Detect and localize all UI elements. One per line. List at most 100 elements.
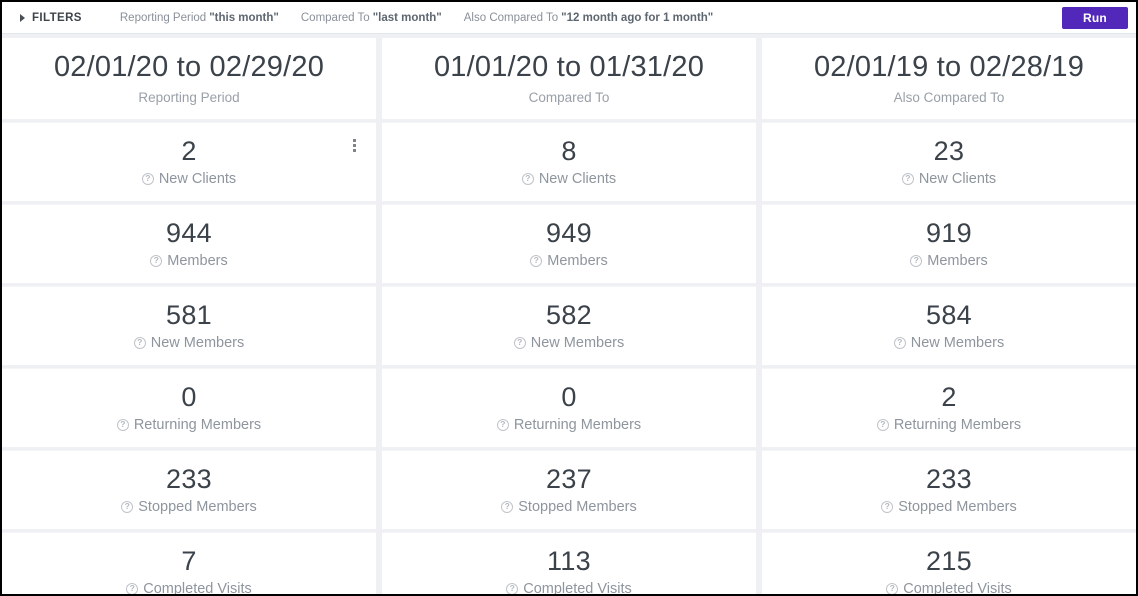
metric-value: 2 xyxy=(181,136,197,167)
filter-name: Also Compared To xyxy=(463,11,559,24)
metric-card-stopped-members-reporting-period: 233 ? Stopped Members xyxy=(2,450,376,530)
metric-label-row: ? Stopped Members xyxy=(121,498,257,515)
help-icon[interactable]: ? xyxy=(506,582,519,594)
metric-value: 113 xyxy=(547,546,591,577)
help-icon[interactable]: ? xyxy=(121,500,134,513)
metric-value: 0 xyxy=(561,382,577,413)
metric-label-row: ? Members xyxy=(150,252,228,269)
metric-label-text: Returning Members xyxy=(513,416,642,433)
filter-name: Reporting Period xyxy=(119,11,207,24)
metric-value: 2 xyxy=(941,382,957,413)
help-icon[interactable]: ? xyxy=(133,336,146,349)
help-icon[interactable]: ? xyxy=(521,172,534,185)
filter-also-compared-to[interactable]: Also Compared To "12 month ago for 1 mont… xyxy=(464,12,714,24)
run-button[interactable]: Run xyxy=(1062,7,1128,29)
metric-value: 215 xyxy=(926,546,972,577)
help-icon[interactable]: ? xyxy=(876,418,889,431)
metric-label-row: ? Completed Visits xyxy=(886,580,1012,596)
period-card-reporting-period: 02/01/20 to 02/29/20 Reporting Period xyxy=(2,38,376,120)
help-icon[interactable]: ? xyxy=(501,500,514,513)
metric-card-members-also-compared-to: 919 ? Members xyxy=(762,204,1136,284)
metric-value: 0 xyxy=(181,382,197,413)
metric-label-text: Returning Members xyxy=(893,416,1022,433)
metric-label-text: Members xyxy=(167,252,228,269)
period-range: 01/01/20 to 01/31/20 xyxy=(433,51,705,84)
filter-reporting-period[interactable]: Reporting Period "this month" xyxy=(120,12,279,24)
metrics-grid: 02/01/20 to 02/29/20 Reporting Period 01… xyxy=(2,34,1136,596)
metric-card-new-members-also-compared-to: 584 ? New Members xyxy=(762,286,1136,366)
help-icon[interactable]: ? xyxy=(116,418,129,431)
metric-value: 233 xyxy=(926,464,972,495)
period-label: Also Compared To xyxy=(893,89,1005,105)
help-icon[interactable]: ? xyxy=(530,254,543,267)
kebab-menu-icon[interactable] xyxy=(351,137,358,154)
metric-card-new-clients-reporting-period: 2 ? New Clients xyxy=(2,122,376,202)
metric-label-row: ? Completed Visits xyxy=(506,580,632,596)
metric-card-new-clients-also-compared-to: 23 ? New Clients xyxy=(762,122,1136,202)
help-icon[interactable]: ? xyxy=(141,172,154,185)
filter-bar: FILTERS Reporting Period "this month" Com… xyxy=(2,2,1136,34)
metric-label-text: Stopped Members xyxy=(138,498,257,515)
metric-value: 23 xyxy=(933,136,965,167)
help-icon[interactable]: ? xyxy=(126,582,139,594)
metric-card-completed-visits-reporting-period: 7 ? Completed Visits xyxy=(2,532,376,596)
metric-value: 7 xyxy=(181,546,197,577)
metric-label-text: New Members xyxy=(150,334,245,351)
metric-value: 919 xyxy=(926,218,972,249)
help-icon[interactable]: ? xyxy=(150,254,163,267)
metric-label-row: ? Stopped Members xyxy=(881,498,1017,515)
metric-label-text: Completed Visits xyxy=(903,580,1012,596)
metric-label-text: Completed Visits xyxy=(523,580,632,596)
metric-value: 582 xyxy=(546,300,592,331)
metric-label-row: ? Stopped Members xyxy=(501,498,637,515)
metric-label-row: ? Members xyxy=(530,252,608,269)
metric-label-row: ? Completed Visits xyxy=(126,580,252,596)
metric-card-members-compared-to: 949 ? Members xyxy=(382,204,756,284)
filter-value: "12 month ago for 1 month" xyxy=(561,11,714,24)
help-icon[interactable]: ? xyxy=(893,336,906,349)
metric-label-text: Completed Visits xyxy=(143,580,252,596)
metric-value: 8 xyxy=(561,136,577,167)
metric-value: 237 xyxy=(546,464,592,495)
filter-compared-to[interactable]: Compared To "last month" xyxy=(301,12,442,24)
metric-card-new-clients-compared-to: 8 ? New Clients xyxy=(382,122,756,202)
metric-label-text: Stopped Members xyxy=(898,498,1017,515)
metric-card-returning-members-reporting-period: 0 ? Returning Members xyxy=(2,368,376,448)
metric-label-row: ? New Clients xyxy=(141,170,237,187)
metric-card-returning-members-also-compared-to: 2 ? Returning Members xyxy=(762,368,1136,448)
metric-label-text: Stopped Members xyxy=(518,498,637,515)
metric-label-row: ? Members xyxy=(910,253,988,269)
help-icon[interactable]: ? xyxy=(901,172,914,185)
metric-value: 233 xyxy=(166,464,212,495)
help-icon[interactable]: ? xyxy=(910,254,923,267)
metric-label-row: ? New Members xyxy=(513,335,624,351)
filter-value: "last month" xyxy=(372,11,442,24)
period-range: 02/01/20 to 02/29/20 xyxy=(53,51,325,84)
help-icon[interactable]: ? xyxy=(886,582,899,594)
metric-label-row: ? New Clients xyxy=(521,171,616,187)
metric-label-text: Returning Members xyxy=(133,416,262,433)
metric-label-row: ? New Clients xyxy=(901,170,997,187)
metric-label-row: ? New Members xyxy=(133,334,245,351)
metric-card-returning-members-compared-to: 0 ? Returning Members xyxy=(382,368,756,448)
metric-value: 944 xyxy=(166,218,212,249)
metric-card-members-reporting-period: 944 ? Members xyxy=(2,204,376,284)
help-icon[interactable]: ? xyxy=(496,418,509,431)
triangle-right-icon xyxy=(20,13,25,22)
metric-value: 949 xyxy=(546,218,592,249)
metric-label-text: Members xyxy=(547,252,608,269)
filter-value: "this month" xyxy=(209,11,279,24)
metric-value: 584 xyxy=(926,300,972,331)
period-card-compared-to: 01/01/20 to 01/31/20 Compared To xyxy=(382,38,756,120)
metric-card-stopped-members-also-compared-to: 233 ? Stopped Members xyxy=(762,450,1136,530)
metric-label-text: New Clients xyxy=(918,170,997,187)
metric-label-row: ? Returning Members xyxy=(496,416,642,433)
help-icon[interactable]: ? xyxy=(881,500,894,513)
period-card-also-compared-to: 02/01/19 to 02/28/19 Also Compared To xyxy=(762,38,1136,120)
help-icon[interactable]: ? xyxy=(513,336,526,349)
metric-card-new-members-compared-to: 582 ? New Members xyxy=(382,286,756,366)
metric-label-text: New Clients xyxy=(158,170,237,187)
metric-card-new-members-reporting-period: 581 ? New Members xyxy=(2,286,376,366)
filters-toggle[interactable]: FILTERS xyxy=(16,10,86,26)
metric-label-text: New Members xyxy=(910,334,1005,351)
